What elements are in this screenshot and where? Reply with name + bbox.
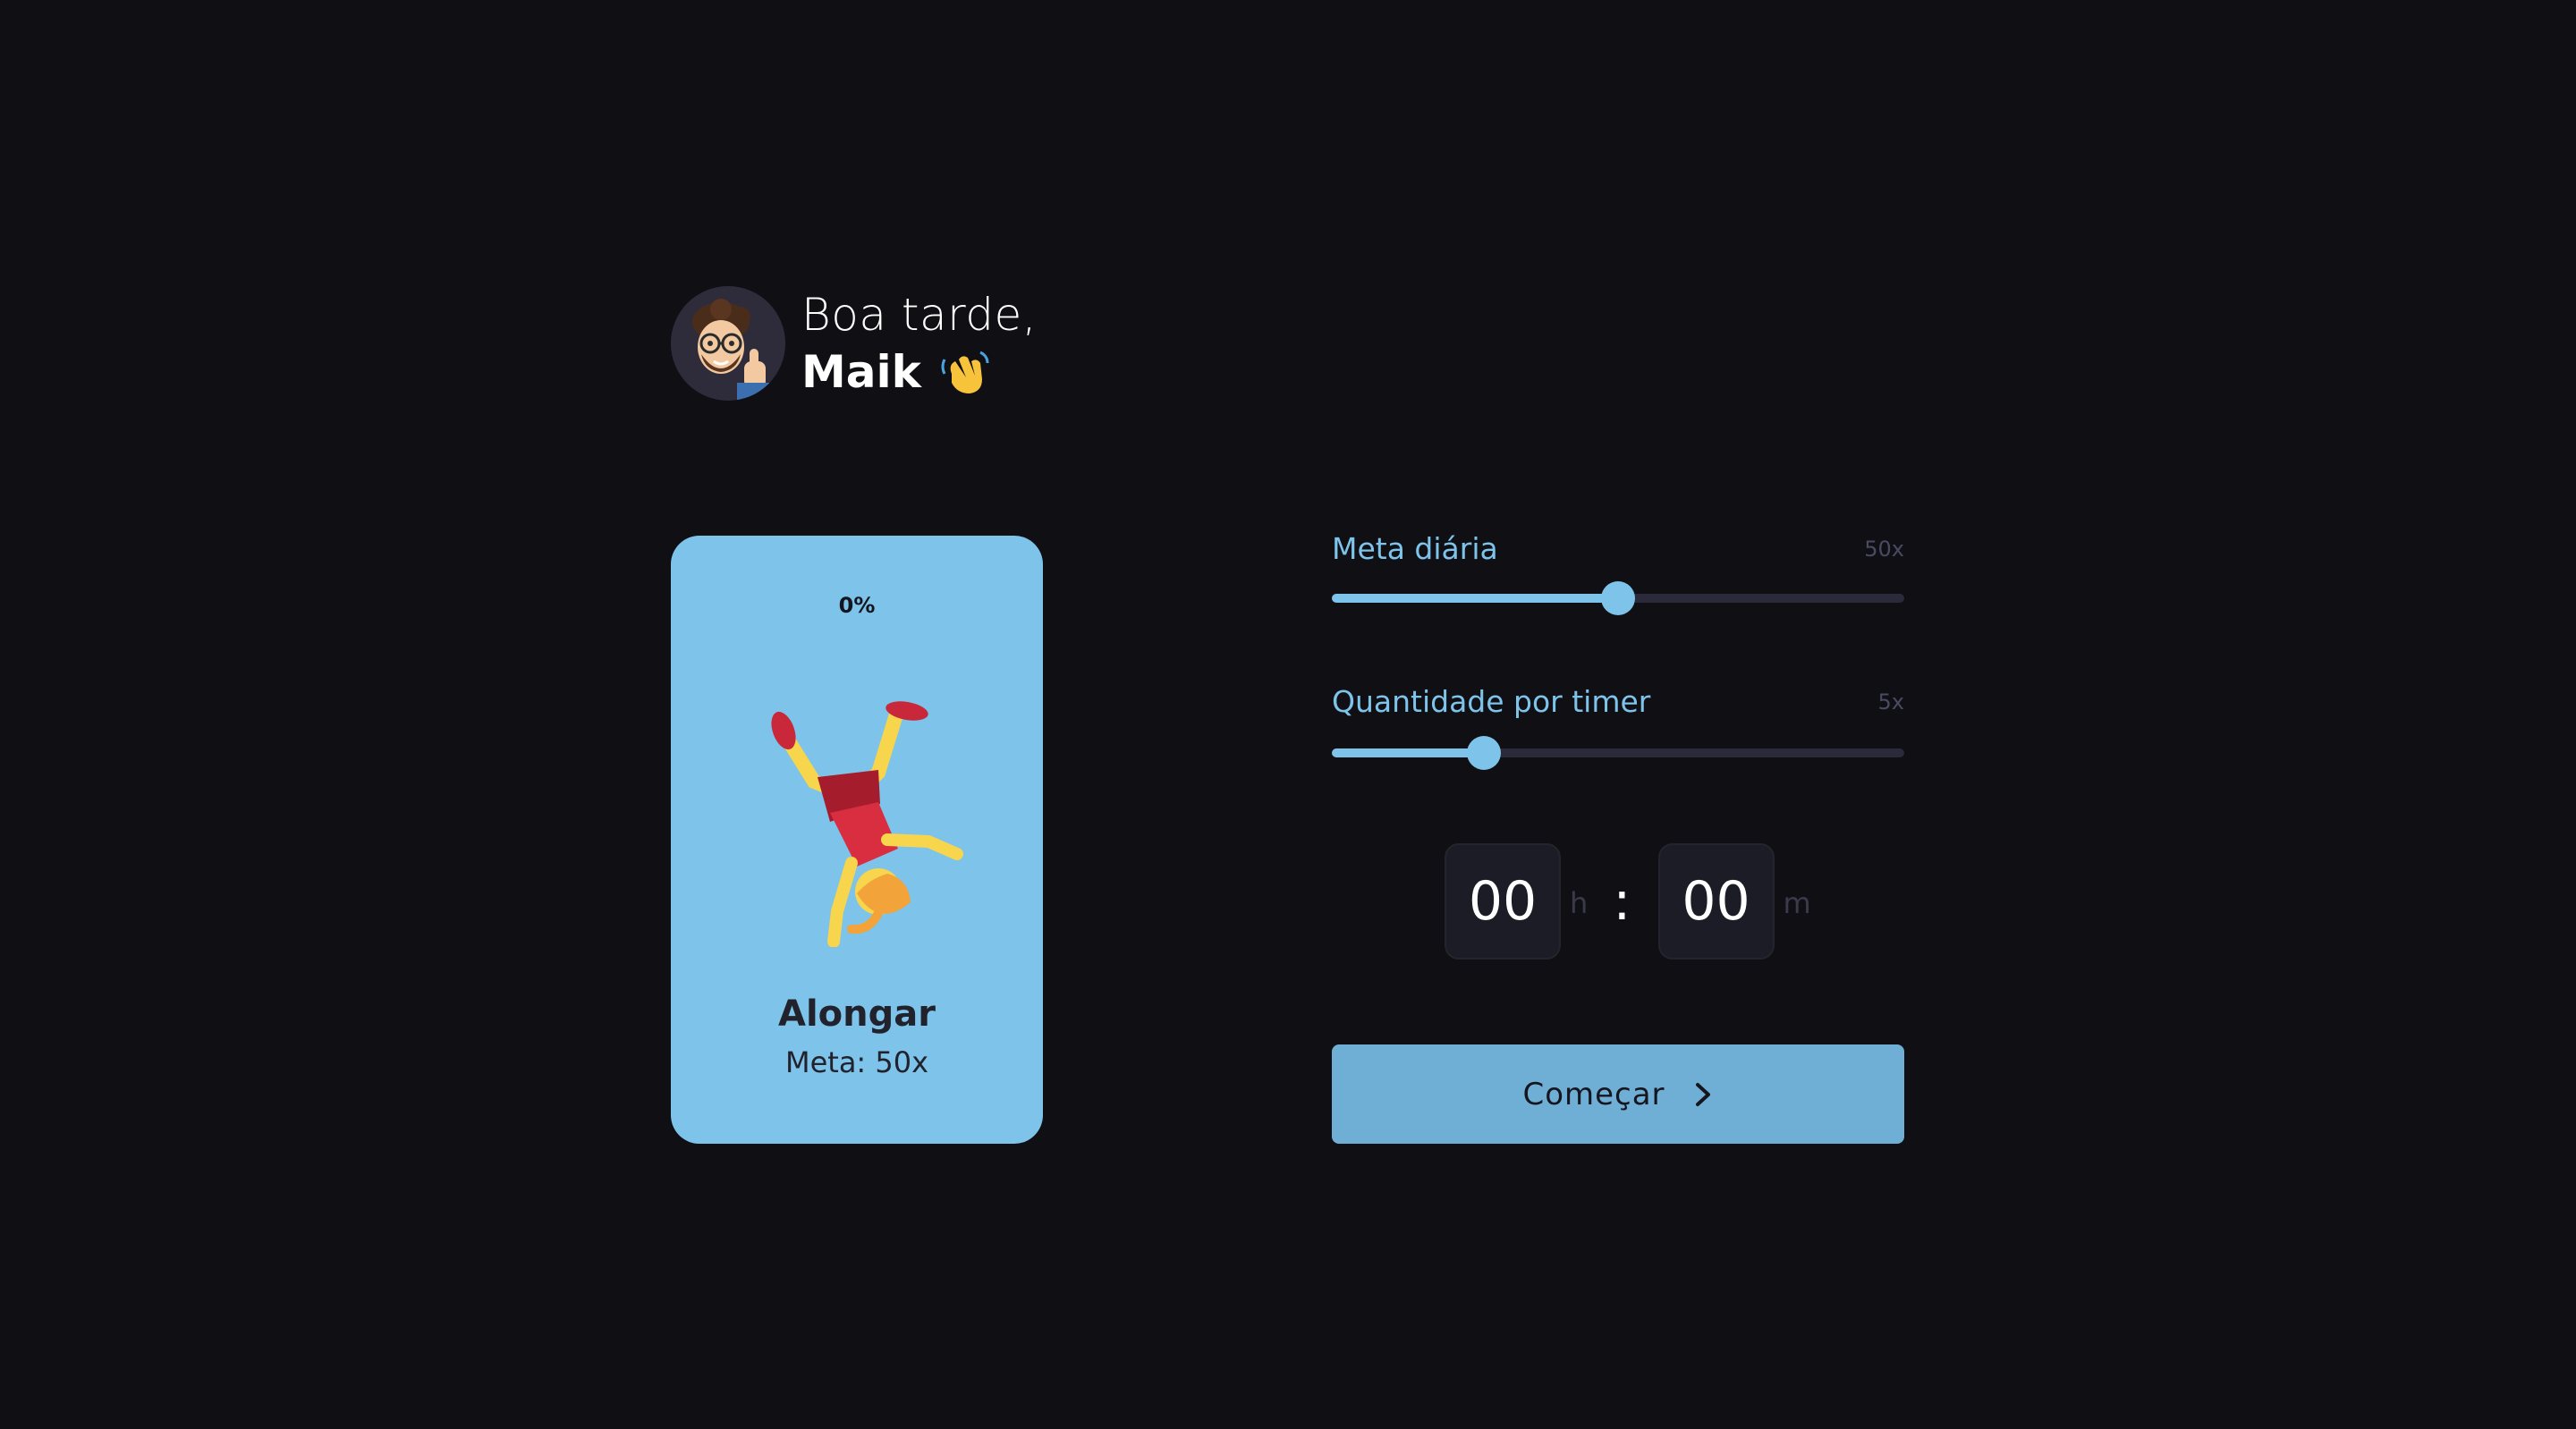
daily-goal-label: Meta diária [1332,531,1498,566]
hours-unit: h [1570,886,1589,920]
app-root: Boa tarde, Maik 0% Alongar Meta: 50x Met… [0,0,2576,1429]
greeting-name-row: Maik [801,343,1037,401]
activity-card[interactable]: 0% Alongar Meta: 50x [671,536,1043,1144]
daily-goal-slider[interactable] [1332,581,1904,615]
cartwheel-person-icon [771,701,963,947]
daily-goal-slider-fill [1332,594,1618,603]
greeting-text: Boa tarde, Maik [801,286,1037,401]
waving-hand-icon [941,351,989,393]
minutes-unit: m [1783,886,1811,920]
daily-goal-setting: Meta diária 50x [1332,531,1904,615]
per-timer-slider-fill [1332,748,1484,757]
memoji-avatar-icon [671,286,785,401]
greeting-salutation: Boa tarde, [801,289,1038,341]
daily-goal-value: 50x [1864,537,1904,562]
hours-input[interactable]: 00 [1445,843,1561,960]
time-separator: : [1613,870,1631,933]
timer-picker: 00 h : 00 m [1445,843,1811,960]
per-timer-value: 5x [1877,689,1904,714]
greeting-header: Boa tarde, Maik [671,286,1037,401]
chevron-right-icon [1695,1082,1710,1106]
daily-goal-slider-thumb[interactable] [1601,581,1635,615]
per-timer-slider[interactable] [1332,736,1904,770]
start-button-label: Começar [1522,1076,1665,1112]
minutes-input[interactable]: 00 [1657,843,1775,960]
per-timer-label: Quantidade por timer [1332,684,1651,719]
user-name: Maik [801,346,921,398]
per-timer-setting: Quantidade por timer 5x [1332,684,1904,770]
start-button[interactable]: Começar [1332,1044,1904,1144]
activity-goal: Meta: 50x [784,1045,929,1079]
per-timer-slider-thumb[interactable] [1466,736,1501,770]
progress-percent: 0% [838,593,876,618]
avatar[interactable] [671,286,785,401]
activity-title: Alongar [778,994,936,1035]
